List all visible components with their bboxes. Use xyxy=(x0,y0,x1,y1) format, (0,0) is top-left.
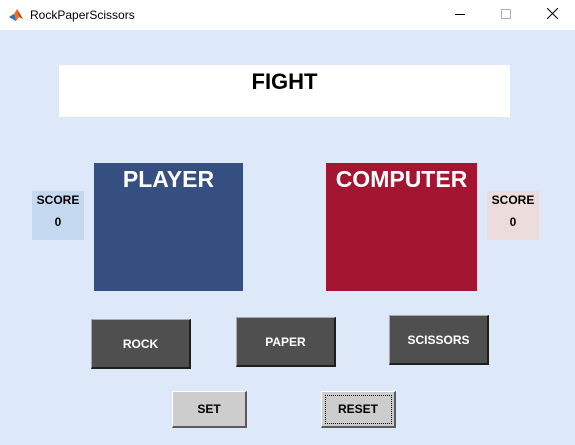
player-score-value: 0 xyxy=(54,215,62,229)
scissors-button[interactable]: SCISSORS xyxy=(389,315,489,365)
computer-panel: COMPUTER xyxy=(326,163,477,291)
rock-button[interactable]: ROCK xyxy=(91,319,191,369)
window-title: RockPaperScissors xyxy=(30,8,135,22)
computer-title: COMPUTER xyxy=(335,166,468,192)
result-text: FIGHT xyxy=(251,69,318,94)
matlab-icon xyxy=(8,7,24,23)
maximize-button[interactable] xyxy=(483,0,529,30)
paper-button[interactable]: PAPER xyxy=(236,317,336,367)
computer-score-box: SCORE 0 xyxy=(487,191,539,240)
set-button[interactable]: SET xyxy=(172,391,247,428)
player-score-box: SCORE 0 xyxy=(32,191,84,240)
player-title: PLAYER xyxy=(122,166,215,192)
player-panel: PLAYER xyxy=(94,163,243,291)
computer-score-label: SCORE xyxy=(491,193,535,207)
reset-button[interactable]: RESET xyxy=(321,391,396,428)
player-score-label: SCORE xyxy=(36,193,80,207)
result-display: FIGHT xyxy=(59,65,510,117)
maximize-icon xyxy=(501,6,511,24)
close-button[interactable] xyxy=(529,0,575,30)
computer-score-value: 0 xyxy=(509,215,517,229)
title-bar: RockPaperScissors xyxy=(0,0,575,30)
close-icon xyxy=(546,6,558,24)
minimize-button[interactable] xyxy=(437,0,483,30)
game-area: FIGHT SCORE 0 PLAYER COMPUTER SCORE 0 RO… xyxy=(0,30,575,445)
minimize-icon xyxy=(455,6,465,24)
